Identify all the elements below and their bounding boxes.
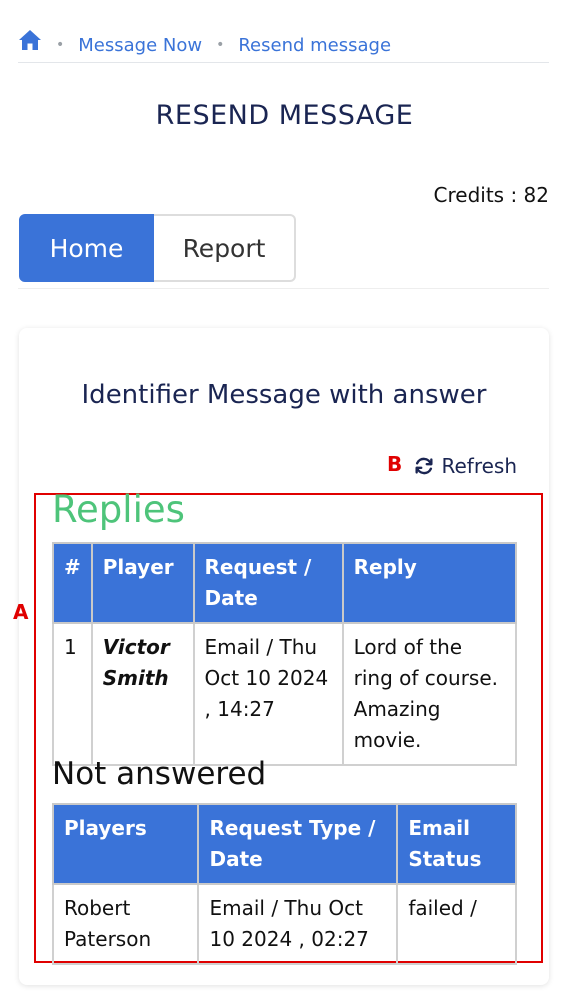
tabs-divider — [18, 288, 549, 289]
refresh-label: Refresh — [441, 454, 517, 478]
cell-player: Victor Smith — [90, 622, 195, 766]
page-title: RESEND MESSAGE — [155, 100, 414, 131]
cell-email-status: failed / — [396, 883, 517, 965]
replies-table: # Player Request / Date Reply 1 Victor S… — [52, 542, 518, 766]
refresh-button[interactable]: Refresh — [413, 454, 517, 478]
table-row: 1 Victor Smith Email / Thu Oct 10 2024 ,… — [52, 622, 518, 766]
column-header-email-status: Email Status — [396, 803, 517, 885]
breadcrumb-separator: • — [216, 37, 225, 53]
home-icon[interactable] — [18, 29, 42, 53]
not-answered-table: Players Request Type / Date Email Status… — [51, 803, 517, 965]
cell-reply: Lord of the ring of course. Amazing movi… — [341, 622, 518, 766]
tab-report[interactable]: Report — [154, 214, 296, 282]
breadcrumb-item-message-now[interactable]: Message Now — [78, 35, 202, 56]
breadcrumb-item-resend-message[interactable]: Resend message — [238, 35, 391, 56]
refresh-row: B Refresh — [19, 452, 519, 484]
replies-heading: Replies — [52, 488, 185, 531]
tab-home[interactable]: Home — [19, 214, 154, 282]
cell-number: 1 — [52, 622, 93, 766]
breadcrumb-separator: • — [56, 37, 65, 53]
breadcrumb-divider — [18, 62, 549, 63]
annotation-marker-b: B — [387, 452, 403, 476]
breadcrumb: • Message Now • Resend message — [18, 26, 549, 64]
table-header-row: # Player Request / Date Reply — [52, 542, 518, 624]
column-header-request-date: Request / Date — [192, 542, 344, 624]
column-header-request-type-date: Request Type / Date — [197, 803, 399, 885]
annotation-marker-a: A — [13, 600, 29, 624]
table-row: Robert Paterson Email / Thu Oct 10 2024 … — [51, 883, 517, 965]
not-answered-heading: Not answered — [52, 756, 267, 792]
column-header-players: Players — [51, 803, 200, 885]
card-title: Identifier Message with answer — [81, 380, 487, 410]
refresh-icon — [415, 457, 433, 475]
tab-bar: Home Report — [19, 214, 296, 282]
table-header-row: Players Request Type / Date Email Status — [51, 803, 517, 885]
cell-request-date: Email / Thu Oct 10 2024 , 02:27 — [197, 883, 399, 965]
column-header-reply: Reply — [341, 542, 518, 624]
cell-request-date: Email / Thu Oct 10 2024 , 14:27 — [192, 622, 344, 766]
page: • Message Now • Resend message RESEND ME… — [0, 0, 569, 1003]
column-header-number: # — [52, 542, 93, 624]
credits-label: Credits : 82 — [433, 183, 549, 207]
column-header-player: Player — [90, 542, 195, 624]
cell-player: Robert Paterson — [51, 883, 200, 965]
